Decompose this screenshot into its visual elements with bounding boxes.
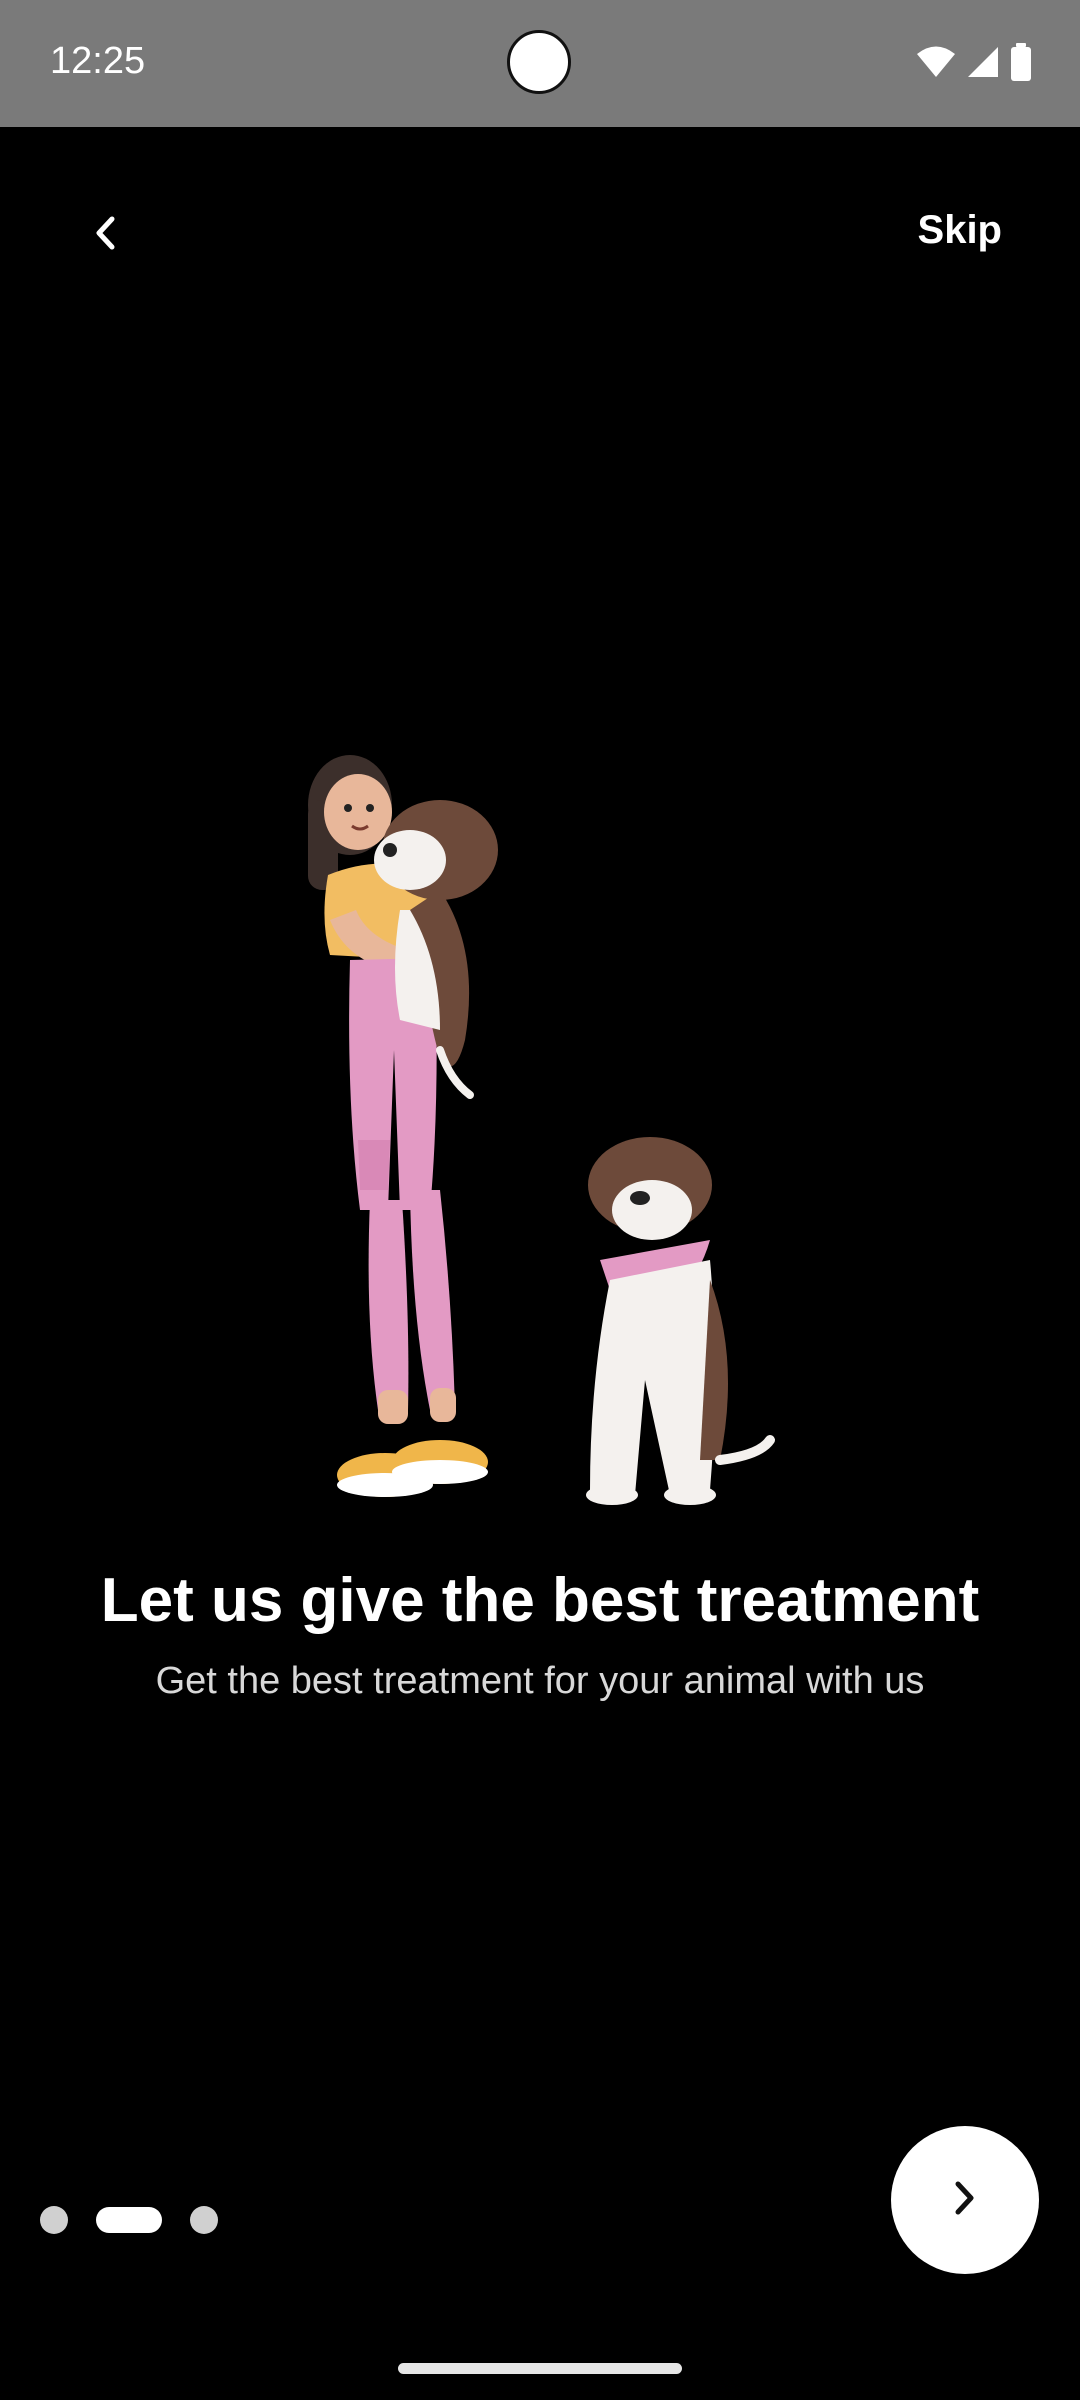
camera-cutout [507, 30, 571, 94]
status-time: 12:25 [50, 40, 146, 82]
page-dot-3 [190, 2206, 218, 2234]
back-button[interactable] [70, 200, 140, 270]
status-icons [916, 42, 1032, 86]
skip-button[interactable]: Skip [918, 208, 1002, 253]
onboarding-title: Let us give the best treatment [100, 1566, 980, 1635]
page-indicator [40, 2206, 218, 2234]
battery-icon [1010, 42, 1032, 86]
page-dot-1 [40, 2206, 68, 2234]
chevron-right-icon [950, 2178, 980, 2223]
status-bar: 12:25 [0, 0, 1080, 127]
onboarding-screen: 12:25 Skip Let us give the best treatmen… [0, 0, 1080, 2400]
cell-signal-icon [966, 45, 1000, 84]
wifi-icon [916, 45, 956, 84]
onboarding-subtitle: Get the best treatment for your animal w… [155, 1660, 925, 1702]
onboarding-illustration [290, 720, 810, 1530]
home-indicator[interactable] [398, 2363, 682, 2374]
page-dot-2-active [96, 2207, 162, 2233]
next-button[interactable] [891, 2126, 1039, 2274]
chevron-left-icon [90, 213, 120, 258]
